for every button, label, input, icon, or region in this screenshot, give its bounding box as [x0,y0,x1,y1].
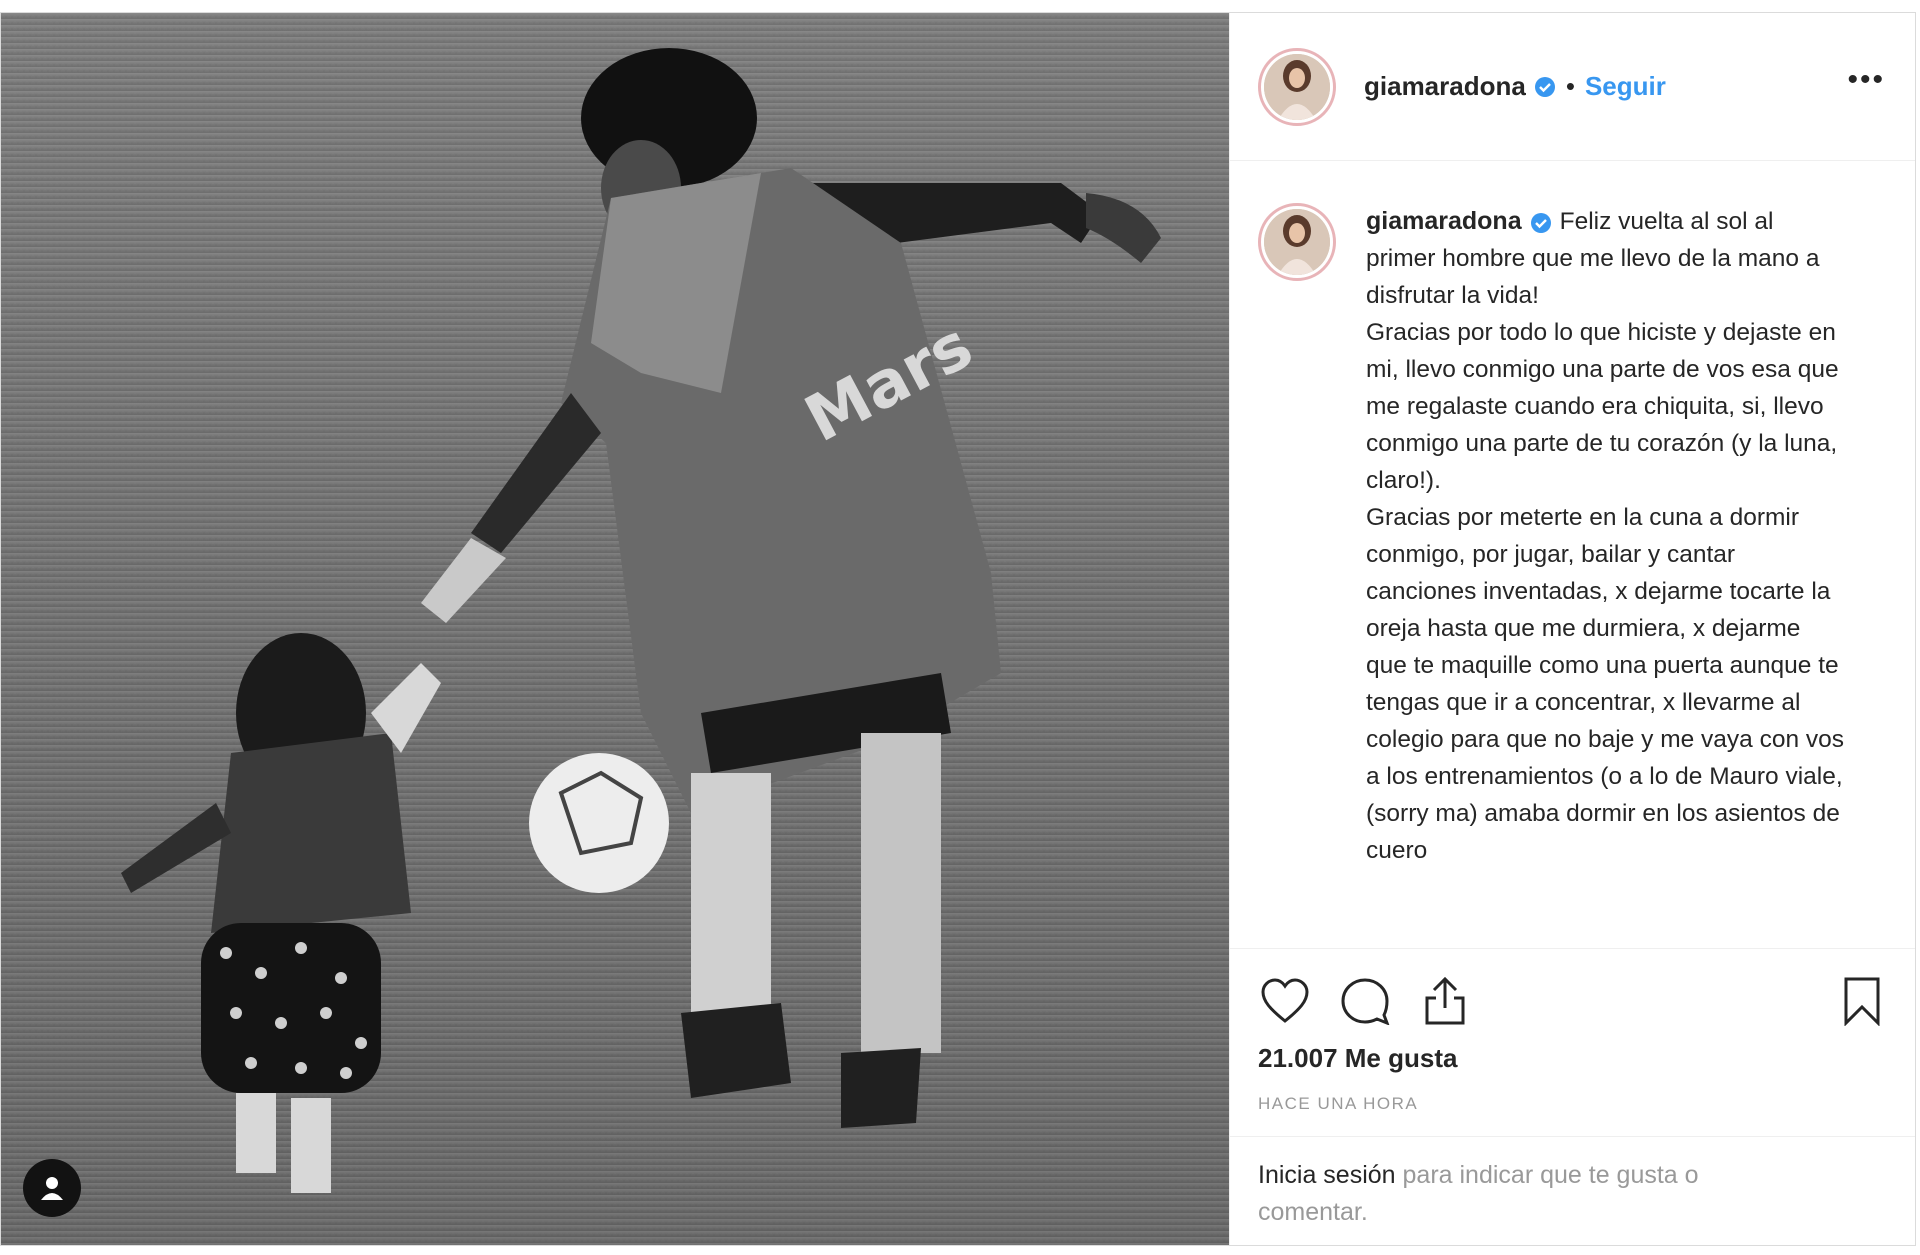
user-tag-button[interactable] [23,1159,81,1217]
comment-button[interactable] [1338,974,1392,1028]
caption-verified-badge-icon [1530,212,1551,233]
separator-dot: • [1565,71,1575,101]
header-user: giamaradona • Seguir [1364,71,1666,102]
avatar[interactable] [1258,47,1336,126]
header-username[interactable]: giamaradona [1364,71,1526,102]
photo-illustration: Mars [1,13,1229,1245]
likes-count[interactable]: 21.007 Me gusta [1258,1043,1889,1074]
share-button[interactable] [1418,974,1472,1028]
login-prompt: Inicia sesión para indicar que te gusta … [1230,1136,1915,1231]
like-button[interactable] [1258,974,1312,1028]
avatar-image [1264,53,1330,120]
user-tag-icon [41,1177,63,1200]
caption-row: giamaradona Feliz vuelta al sol al primer… [1230,161,1915,869]
follow-button[interactable]: Seguir [1585,71,1666,102]
more-options-icon[interactable]: ••• [1847,64,1885,109]
actions-section: 21.007 Me gusta HACE UNA HORA [1230,949,1915,1114]
caption-text: giamaradona Feliz vuelta al sol al primer… [1366,203,1846,869]
post-header: giamaradona • Seguir ••• [1230,13,1915,161]
bookmark-icon [1844,977,1880,1026]
caption-avatar[interactable] [1258,203,1336,281]
login-link[interactable]: Inicia sesión [1258,1161,1396,1189]
post-sidebar: giamaradona • Seguir ••• giamaradona Fel… [1230,13,1915,1245]
heart-icon [1261,978,1309,1023]
post-timestamp: HACE UNA HORA [1258,1094,1419,1113]
caption-avatar-image [1264,209,1330,275]
caption-body: Feliz vuelta al sol al primer hombre que… [1366,208,1845,864]
comment-icon [1341,978,1390,1025]
save-button[interactable] [1835,974,1889,1028]
verified-badge-icon [1534,76,1555,97]
action-icons [1258,973,1889,1029]
instagram-post: Mars giamaradona • Seguir ••• giamaradon… [0,12,1916,1246]
caption-area[interactable]: giamaradona Feliz vuelta al sol al primer… [1230,161,1915,949]
post-photo[interactable]: Mars [1,13,1230,1245]
share-icon [1425,976,1465,1025]
caption-username[interactable]: giamaradona [1366,207,1522,235]
